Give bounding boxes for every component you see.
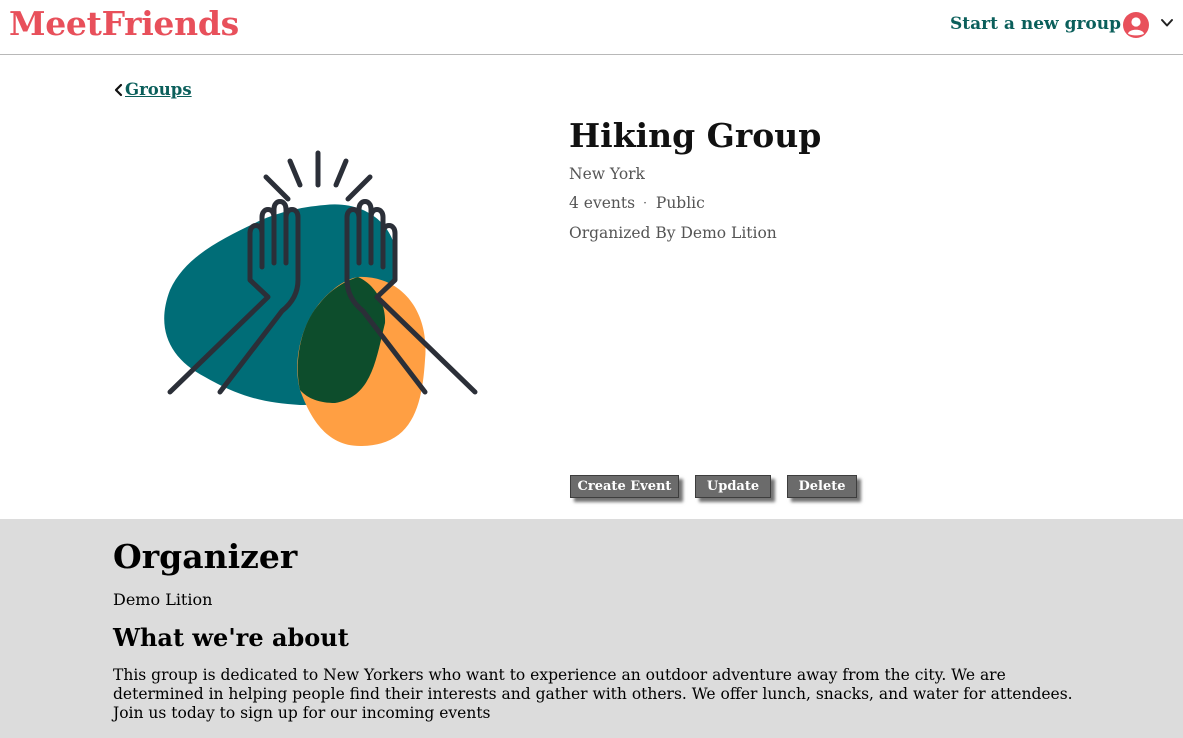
chevron-down-icon[interactable] xyxy=(1159,15,1175,31)
about-description: This group is dedicated to New Yorkers w… xyxy=(113,666,1073,722)
organizer-name: Demo Lition xyxy=(113,590,213,609)
event-count: 4 events xyxy=(569,194,636,212)
back-to-groups-link[interactable]: Groups xyxy=(113,80,192,99)
group-title: Hiking Group xyxy=(569,116,822,155)
user-circle-icon[interactable] xyxy=(1122,11,1150,39)
high-five-illustration xyxy=(164,150,478,447)
group-location: New York xyxy=(569,165,645,183)
organized-by: Organized By Demo Lition xyxy=(569,224,777,242)
privacy-status: Public xyxy=(655,194,705,212)
group-meta: 4 events · Public xyxy=(569,194,705,212)
app-logo[interactable]: MeetFriends xyxy=(9,4,239,43)
update-button[interactable]: Update xyxy=(695,475,771,498)
group-details-section: Organizer Demo Lition What we're about T… xyxy=(0,519,1183,738)
delete-button[interactable]: Delete xyxy=(787,475,857,498)
top-navigation-bar: MeetFriends Start a new group xyxy=(0,0,1183,55)
organizer-heading: Organizer xyxy=(113,537,298,576)
group-actions: Create Event Update Delete xyxy=(570,475,857,498)
start-new-group-link[interactable]: Start a new group xyxy=(950,14,1121,34)
chevron-left-icon xyxy=(114,83,123,96)
about-heading: What we're about xyxy=(113,623,349,652)
meta-separator: · xyxy=(643,196,647,210)
back-link-label[interactable]: Groups xyxy=(125,80,192,99)
create-event-button[interactable]: Create Event xyxy=(570,475,679,498)
